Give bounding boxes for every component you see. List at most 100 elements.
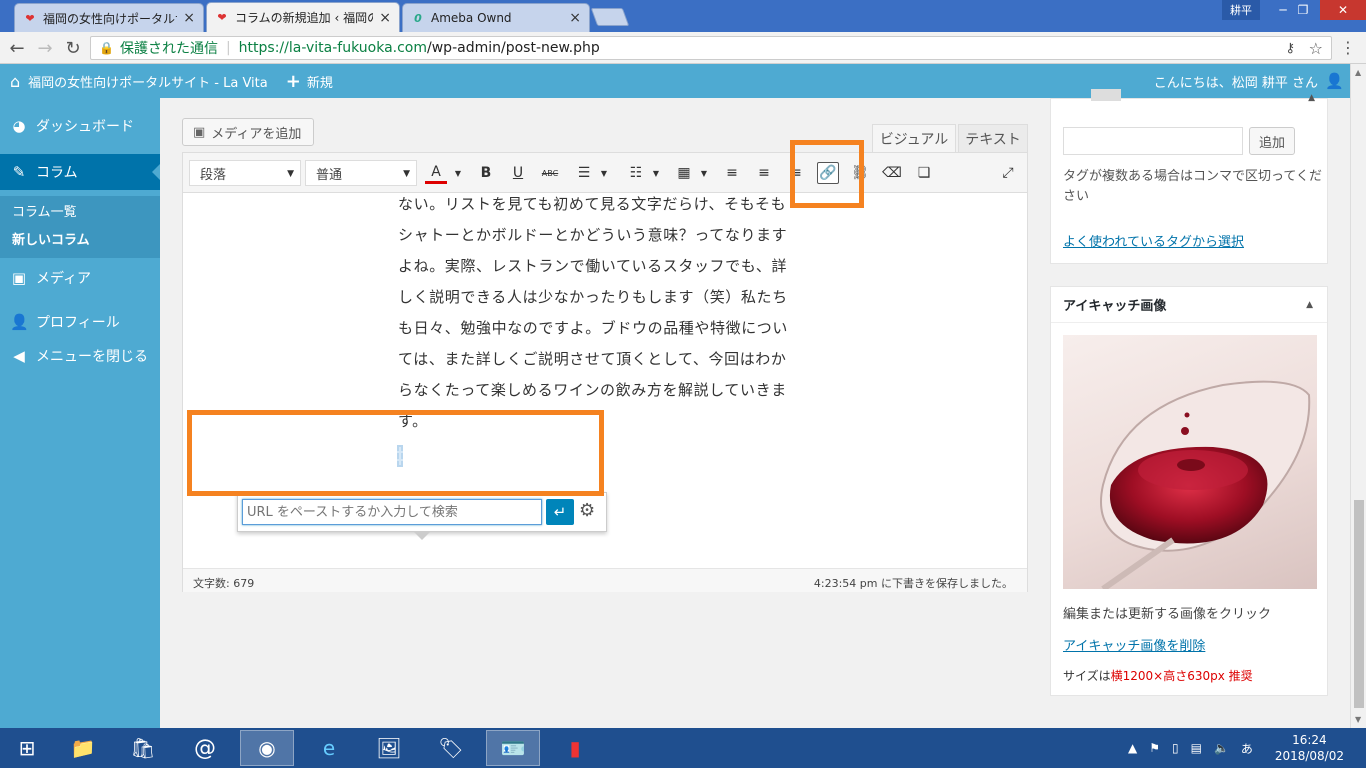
file-explorer-icon[interactable]: 📁: [56, 730, 110, 766]
restore-icon[interactable]: ❐: [1286, 0, 1320, 20]
text-color-icon[interactable]: A: [425, 162, 447, 184]
browser-tab-portal[interactable]: ❤ 福岡の女性向けポータルサイ ×: [14, 3, 204, 32]
mail-at-icon[interactable]: @: [178, 730, 232, 766]
sidebar-item-column[interactable]: ✎ コラム: [0, 154, 160, 190]
clock[interactable]: 16:24 2018/08/02: [1275, 732, 1344, 764]
gear-icon[interactable]: ⚙: [579, 500, 595, 521]
site-name-link[interactable]: 福岡の女性向けポータルサイト - La Vita: [28, 72, 268, 91]
close-icon[interactable]: ×: [183, 10, 195, 26]
volume-icon[interactable]: 🔈: [1214, 741, 1229, 755]
clock-date: 2018/08/02: [1274, 749, 1344, 763]
underline-icon[interactable]: U: [507, 162, 529, 184]
flag-icon[interactable]: ⚑: [1149, 741, 1160, 755]
sidebar-item-dashboard[interactable]: ◕ ダッシュボード: [0, 106, 160, 146]
clear-formatting-icon[interactable]: ⌫: [881, 162, 903, 184]
office-lens-icon[interactable]: ▮: [548, 730, 602, 766]
browser-tab-ameba[interactable]: 0 Ameba Ownd ×: [402, 3, 590, 32]
submenu-column-list[interactable]: コラム一覧: [0, 196, 160, 224]
scroll-down-icon[interactable]: ▼: [1355, 715, 1361, 724]
tag-app-icon[interactable]: 🏷: [424, 730, 478, 766]
home-icon[interactable]: ⌂: [10, 72, 20, 91]
tab-title: 福岡の女性向けポータルサイ: [43, 11, 177, 26]
back-icon[interactable]: ←: [6, 38, 28, 59]
table-icon[interactable]: ▦: [673, 162, 695, 184]
link-url-input[interactable]: [242, 499, 542, 525]
sidebar-item-label: コラム: [36, 165, 78, 181]
start-icon[interactable]: ⊞: [0, 730, 54, 766]
align-right-icon[interactable]: ≡: [785, 162, 807, 184]
paste-icon[interactable]: ❏: [913, 162, 935, 184]
featured-image-hint: 編集または更新する画像をクリック: [1063, 607, 1272, 622]
sidebar-item-collapse[interactable]: ◀ メニューを閉じる: [0, 336, 160, 376]
align-left-icon[interactable]: ≡: [721, 162, 743, 184]
forward-icon[interactable]: →: [34, 38, 56, 59]
plus-icon[interactable]: +: [286, 71, 301, 92]
editor-body[interactable]: ない。リストを見ても初めて見る文字だらけ、そもそも シャトーとかボルドーとかどう…: [398, 189, 802, 437]
chevron-up-icon[interactable]: ▲: [1306, 300, 1313, 310]
chevron-down-icon[interactable]: ▼: [593, 162, 615, 184]
featured-image-header[interactable]: アイキャッチ画像 ▲: [1051, 287, 1327, 323]
featured-image-title: アイキャッチ画像: [1063, 299, 1167, 314]
divider: |: [225, 40, 231, 56]
media-icon: ▣: [11, 269, 27, 287]
store-icon[interactable]: 🛍: [116, 730, 170, 766]
photos-icon[interactable]: 🖼: [362, 730, 416, 766]
size-prefix: サイズは: [1063, 669, 1111, 683]
key-icon[interactable]: ⚷: [1285, 41, 1295, 56]
omnibox[interactable]: 🔒 保護された通信 | https://la-vita-fukuoka.com/…: [90, 36, 1332, 60]
popular-tags-link[interactable]: よく使われているタグから選択: [1063, 231, 1244, 250]
chevron-down-icon[interactable]: ▼: [693, 162, 715, 184]
align-center-icon[interactable]: ≡: [753, 162, 775, 184]
new-tab-button[interactable]: [590, 8, 630, 26]
greeting[interactable]: こんにちは、松岡 耕平 さん: [1154, 72, 1318, 91]
chrome-icon[interactable]: ◉: [240, 730, 294, 766]
reload-icon[interactable]: ↻: [62, 38, 84, 59]
bullet-list-icon[interactable]: ☰: [573, 162, 595, 184]
close-icon[interactable]: ×: [379, 10, 391, 26]
sidebar-item-media[interactable]: ▣ メディア: [0, 258, 160, 298]
tab-text[interactable]: テキスト: [958, 124, 1028, 152]
window-close-icon[interactable]: ✕: [1320, 0, 1366, 20]
add-media-button[interactable]: ▣ メディアを追加: [182, 118, 314, 146]
link-icon[interactable]: 🔗: [817, 162, 839, 184]
add-tag-button[interactable]: 追加: [1249, 127, 1295, 155]
new-link[interactable]: 新規: [307, 72, 333, 91]
bold-icon[interactable]: B: [475, 162, 497, 184]
battery-icon[interactable]: ▯: [1172, 741, 1179, 755]
tray-up-icon[interactable]: ▲: [1128, 741, 1137, 755]
numbered-list-icon[interactable]: ☷: [625, 162, 647, 184]
apply-link-button[interactable]: ↵: [546, 499, 574, 525]
scrollbar-thumb[interactable]: [1354, 500, 1364, 708]
fullscreen-icon[interactable]: ⤢: [997, 162, 1019, 184]
tab-visual[interactable]: ビジュアル: [872, 124, 956, 152]
strikethrough-icon[interactable]: ABC: [539, 162, 561, 184]
font-size-select[interactable]: 普通 ▼: [305, 160, 417, 186]
window-user-badge[interactable]: 耕平: [1222, 0, 1260, 20]
tag-input[interactable]: [1063, 127, 1243, 155]
menu-icon[interactable]: ⋮: [1340, 38, 1356, 57]
chevron-down-icon[interactable]: ▼: [447, 162, 469, 184]
avatar-icon[interactable]: 👤: [1325, 72, 1344, 90]
unlink-icon[interactable]: ⛓: [849, 162, 871, 184]
ie-icon[interactable]: e: [302, 730, 356, 766]
scroll-up-icon[interactable]: ▲: [1355, 68, 1361, 77]
chevron-down-icon[interactable]: ▼: [645, 162, 667, 184]
page-scrollbar[interactable]: ▲ ▼: [1350, 64, 1366, 728]
sidebar-item-label: メニューを閉じる: [36, 349, 148, 365]
cut-off-heading: [1091, 89, 1121, 101]
remove-featured-image-link[interactable]: アイキャッチ画像を削除: [1063, 635, 1205, 654]
browser-tab-new-column[interactable]: ❤ コラムの新規追加 ‹ 福岡の ×: [206, 2, 400, 32]
star-icon[interactable]: ☆: [1309, 39, 1323, 58]
close-icon[interactable]: ×: [569, 10, 581, 26]
link-placeholder-cursor: [397, 445, 403, 467]
chevron-up-icon[interactable]: ▲: [1308, 93, 1315, 103]
featured-image-thumbnail[interactable]: [1063, 335, 1317, 589]
secure-label: 保護された通信: [119, 41, 218, 57]
sidebar-item-label: メディア: [36, 271, 92, 287]
tinymce-editor: 段落 ▼ 普通 ▼ A ▼ B U ABC ☰ ▼ ☷ ▼ ▦ ▼ ≡ ≡ ≡ …: [182, 152, 1028, 592]
ime-indicator[interactable]: あ: [1241, 740, 1253, 757]
network-icon[interactable]: ▤: [1191, 741, 1202, 755]
submenu-new-column[interactable]: 新しいコラム: [0, 224, 160, 252]
format-select[interactable]: 段落 ▼: [189, 160, 301, 186]
card-app-icon[interactable]: 🪪: [486, 730, 540, 766]
